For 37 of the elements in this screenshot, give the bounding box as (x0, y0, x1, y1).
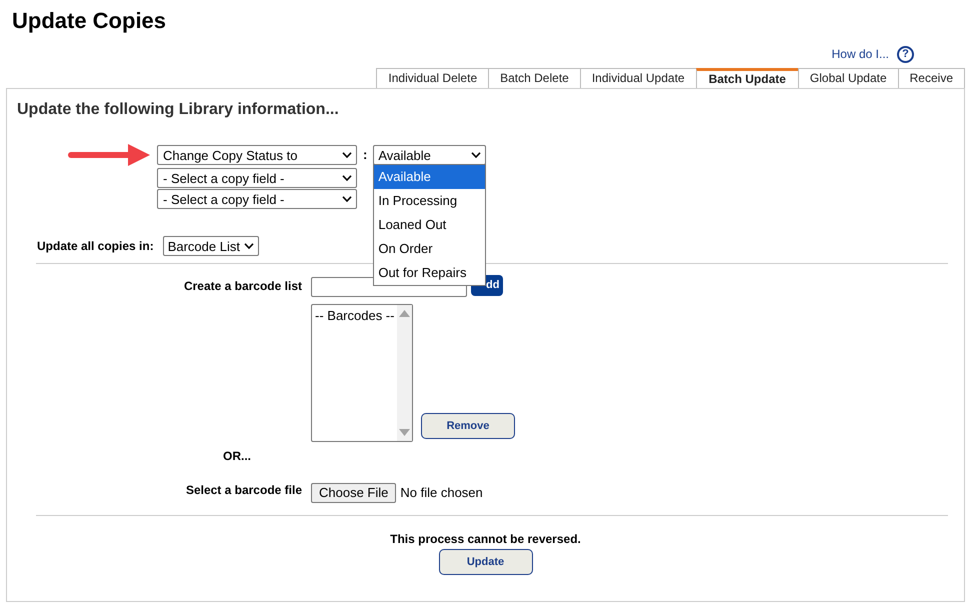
tab[interactable]: Individual Delete (376, 68, 490, 88)
scope-select[interactable]: Barcode List (162, 236, 259, 256)
scope-label: Update all copies in: (37, 238, 154, 255)
section-heading: Update the following Library information... (17, 100, 340, 119)
file-status-text: No file chosen (400, 484, 483, 502)
dropdown-option[interactable]: In Processing (374, 189, 486, 213)
chevron-icon (342, 175, 352, 181)
page-title: Update Copies (12, 8, 168, 34)
chevron-icon (471, 152, 482, 158)
tab[interactable]: Batch Update (696, 68, 799, 88)
tab[interactable]: Receive (898, 68, 965, 88)
dropdown-option[interactable]: Available (374, 165, 486, 189)
copy-field-select[interactable]: - Select a copy field - (157, 189, 357, 209)
or-text: OR... (223, 449, 252, 464)
update-button[interactable]: Update (438, 549, 532, 575)
scrollbar[interactable] (397, 305, 412, 441)
dropdown-option[interactable]: Loaned Out (374, 213, 486, 237)
warning-text: This process cannot be reversed. (389, 532, 582, 547)
arrow-icon (68, 143, 150, 167)
list-placeholder: -- Barcodes -- (314, 307, 396, 325)
help-icon[interactable]: ? (897, 46, 914, 62)
copy-field-select[interactable]: - Select a copy field - (157, 168, 357, 188)
chevron-icon (342, 152, 352, 158)
dropdown-option[interactable]: On Order (374, 237, 486, 261)
choose-file-button[interactable]: Choose File (311, 483, 396, 503)
copy-field-select[interactable]: Change Copy Status to (157, 145, 357, 165)
barcode-listbox[interactable]: -- Barcodes -- (311, 304, 413, 442)
help-link[interactable]: How do I... (832, 45, 889, 63)
remove-button[interactable]: Remove (421, 413, 515, 439)
chevron-icon (244, 243, 254, 249)
status-select[interactable]: Available (373, 145, 486, 165)
scroll-down-icon (399, 429, 410, 436)
barcode-list-label: Create a barcode list (182, 278, 302, 295)
scroll-up-icon (399, 310, 410, 317)
chevron-icon (342, 196, 352, 202)
barcode-file-label: Select a barcode file (184, 482, 302, 499)
field-separator: : (363, 146, 368, 164)
